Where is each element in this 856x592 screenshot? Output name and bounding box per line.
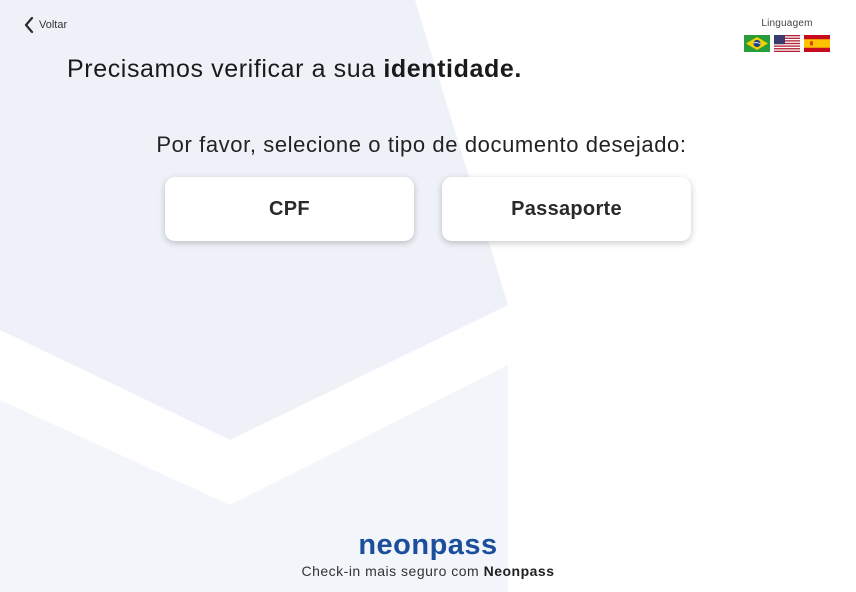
- page-title-emphasis: identidade.: [383, 55, 522, 83]
- flag-usa-icon[interactable]: [774, 35, 800, 52]
- passport-button[interactable]: Passaporte: [442, 177, 691, 241]
- background-shape: [0, 0, 508, 592]
- language-selector: Linguagem: [744, 18, 830, 52]
- page-title: Precisamos verificar a sua identidade.: [67, 55, 522, 84]
- document-type-prompt: Por favor, selecione o tipo de documento…: [156, 132, 687, 157]
- footer-tagline-text: Check-in mais seguro com: [301, 563, 484, 579]
- back-button[interactable]: Voltar: [24, 17, 67, 33]
- cpf-button[interactable]: CPF: [165, 177, 414, 241]
- back-label: Voltar: [39, 19, 68, 31]
- page-title-text: Precisamos verificar a sua: [67, 55, 384, 83]
- flag-brazil-icon[interactable]: [744, 35, 770, 52]
- footer-brand: neonpass Check-in mais seguro com Neonpa…: [0, 527, 856, 579]
- language-flags: [744, 35, 830, 52]
- chevron-left-icon: [24, 17, 34, 33]
- footer-tagline: Check-in mais seguro com Neonpass: [0, 563, 856, 579]
- neonpass-logo: neonpass: [358, 529, 498, 561]
- language-title: Linguagem: [761, 18, 813, 29]
- flag-spain-icon[interactable]: [804, 35, 830, 52]
- footer-tagline-brand: Neonpass: [483, 563, 555, 579]
